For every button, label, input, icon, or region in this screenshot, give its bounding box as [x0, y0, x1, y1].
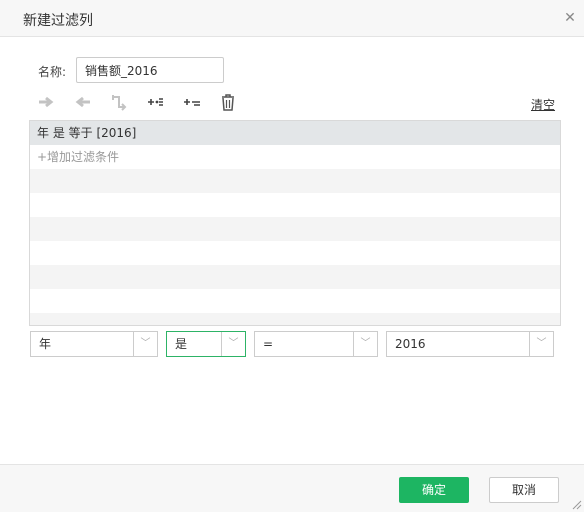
empty-row [30, 217, 560, 241]
trash-icon[interactable] [218, 93, 238, 111]
ok-button[interactable]: 确定 [399, 477, 469, 503]
field-select-value: 年 [39, 337, 52, 351]
negation-select-value: 是 [175, 337, 188, 351]
empty-row [30, 169, 560, 193]
value-select[interactable]: 2016 ﹀ [386, 331, 554, 357]
empty-row [30, 241, 560, 265]
operator-select[interactable]: = ﹀ [254, 331, 378, 357]
add-filter-condition-link[interactable]: +增加过滤条件 [30, 145, 560, 169]
field-select[interactable]: 年 ﹀ [30, 331, 158, 357]
arrow-right-icon[interactable] [36, 93, 56, 111]
close-icon[interactable]: ✕ [563, 11, 577, 25]
add-condition-icon[interactable] [146, 93, 166, 111]
arrow-left-icon[interactable] [73, 93, 93, 111]
dialog-titlebar: 新建过滤列 ✕ [0, 0, 584, 37]
negation-select[interactable]: 是 ﹀ [166, 331, 246, 357]
operator-select-value: = [263, 337, 274, 351]
chevron-down-icon[interactable]: ﹀ [133, 332, 157, 356]
empty-row [30, 265, 560, 289]
filter-condition-list: 年 是 等于 [2016] +增加过滤条件 [29, 120, 561, 326]
chevron-down-icon[interactable]: ﹀ [221, 332, 245, 356]
name-label: 名称: [38, 65, 67, 79]
empty-row [30, 289, 560, 313]
resize-grip-icon[interactable] [570, 498, 582, 510]
empty-row [30, 193, 560, 217]
dialog-title: 新建过滤列 [23, 13, 93, 29]
cancel-button[interactable]: 取消 [489, 477, 559, 503]
empty-row [30, 313, 560, 325]
value-select-value: 2016 [395, 337, 426, 351]
chevron-down-icon[interactable]: ﹀ [529, 332, 553, 356]
filter-condition-row[interactable]: 年 是 等于 [2016] [30, 121, 560, 145]
add-group-icon[interactable] [182, 93, 202, 111]
name-input[interactable] [76, 57, 224, 83]
return-icon[interactable] [109, 93, 129, 111]
chevron-down-icon[interactable]: ﹀ [353, 332, 377, 356]
clear-link[interactable]: 清空 [531, 96, 555, 113]
